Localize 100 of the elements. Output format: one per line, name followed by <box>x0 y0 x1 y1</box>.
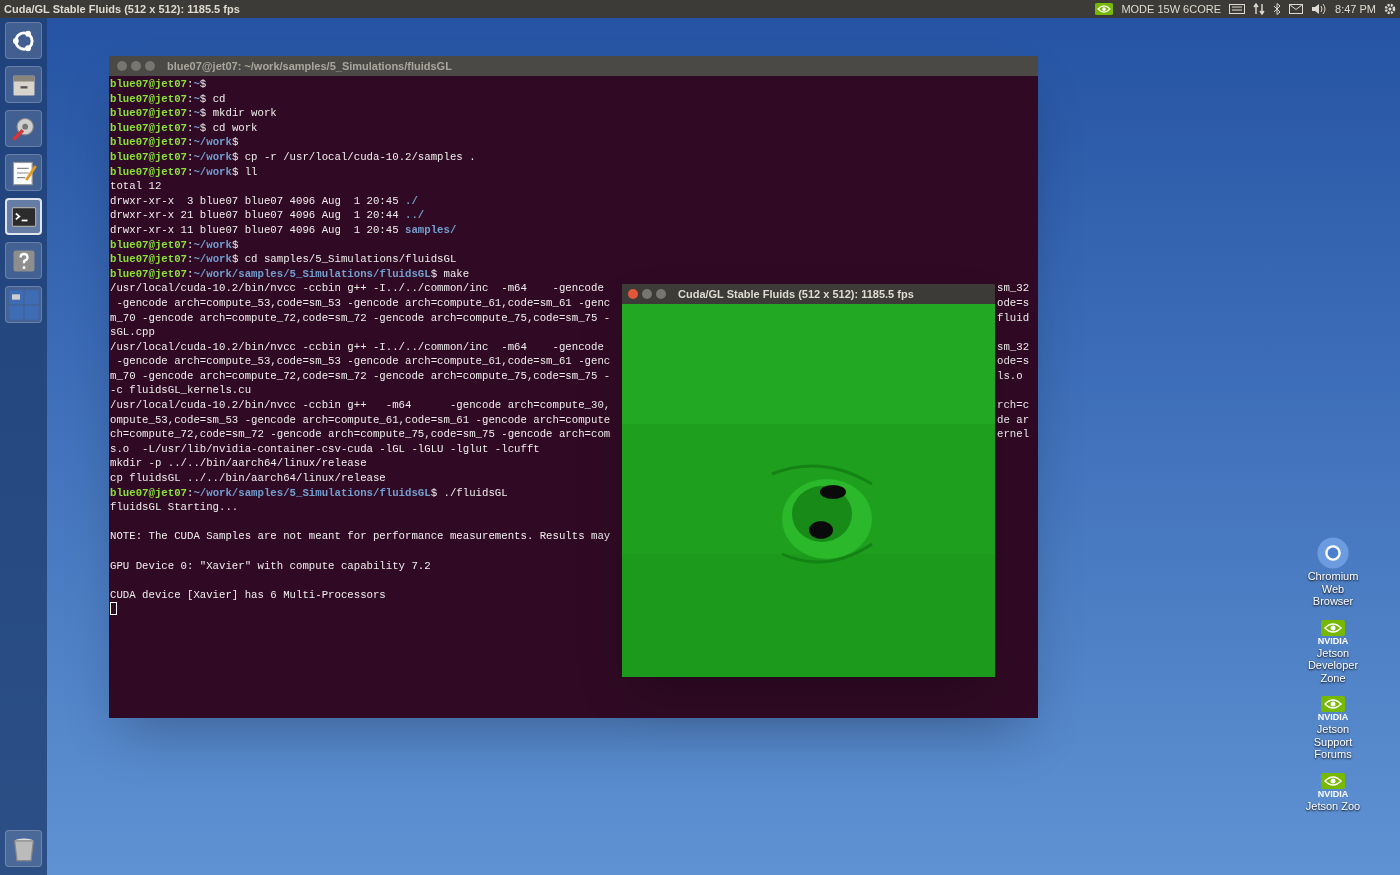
terminal-text: $ <box>231 237 239 253</box>
path-text: ~ <box>193 120 200 136</box>
terminal-text: s.o -L/usr/lib/nvidia-container-csv-cuda -lGL -lGLU -lglut -lcufft <box>110 441 540 457</box>
launcher-item[interactable] <box>5 242 42 279</box>
output-text: ode=s <box>997 354 1030 369</box>
icon-label[interactable]: Chromium <box>1307 570 1359 583</box>
prompt-user: blue07@jet07 <box>110 237 187 253</box>
terminal-text: drwxr-xr-x 3 blue07 blue07 4096 Aug 1 20:45 <box>110 193 400 209</box>
prompt-user: blue07@jet07 <box>110 91 187 107</box>
terminal-text: $ cd <box>199 91 226 107</box>
terminal-text: $ make <box>430 266 470 282</box>
path-text: ./ <box>405 193 418 209</box>
brand-logo-text: NVIDIA <box>1317 635 1349 647</box>
terminal-text: : <box>186 149 194 165</box>
output-text: sm_32 <box>997 339 1030 355</box>
path-text: ~/work <box>193 164 232 180</box>
prompt-user: blue07@jet07 <box>110 106 187 121</box>
icon-label[interactable]: Support <box>1313 735 1353 748</box>
terminal-text: ompute_53,code=sm_53 -gencode arch=compute_61,code=sm_61 -gencode arch=compute <box>110 412 611 428</box>
volume-icon[interactable] <box>1311 3 1328 15</box>
terminal-text: CUDA device [Xavier] has 6 Multi-Processors <box>110 587 386 603</box>
terminal-text: : <box>186 485 194 501</box>
eye-logo-icon <box>1095 3 1114 15</box>
terminal-text: : <box>186 135 194 150</box>
launcher-item[interactable] <box>5 154 42 191</box>
icon-label[interactable]: Zone <box>1320 671 1346 684</box>
terminal-text: m_70 -gencode arch=compute_72,code=sm_72 -gencode arch=compute_75,code=sm_75 - <box>110 368 611 384</box>
terminal-text: drwxr-xr-x 11 blue07 blue07 4096 Aug 1 20:45 <box>110 222 400 238</box>
minimize-button[interactable] <box>642 289 652 299</box>
eye-logo-icon <box>1321 696 1345 712</box>
prompt-user: blue07@jet07 <box>110 252 187 267</box>
path-text: ~/work <box>193 237 232 253</box>
terminal-text: -c fluidsGL_kernels.cu <box>110 383 252 399</box>
icon-label[interactable]: Jetson <box>1316 723 1350 736</box>
power-mode-indicator[interactable]: MODE 15W 6CORE <box>1121 0 1222 18</box>
terminal-text: fluidsGL Starting... <box>110 500 239 515</box>
text-cursor <box>110 602 117 616</box>
terminal-text: /usr/local/cuda-10.2/bin/nvcc -ccbin g++ -m64 -gencode arch=compute_30, <box>110 398 611 413</box>
path-text: ~/work <box>193 252 232 267</box>
terminal-text: -gencode arch=compute_53,code=sm_53 -gencode arch=compute_61,code=sm_61 -genc <box>115 354 611 369</box>
eye-logo-icon <box>1321 772 1345 789</box>
icon-label[interactable]: Web <box>1321 582 1345 595</box>
terminal-text: : <box>186 252 194 267</box>
terminal-text: : <box>186 237 194 253</box>
terminal-text: ch=compute_72,code=sm_72 -gencode arch=compute_75,code=sm_75 -gencode arch=com <box>110 427 611 442</box>
active-window-title: Cuda/GL Stable Fluids (512 x 512): 1185.5 fps <box>4 1 240 17</box>
output-text: de ar <box>997 412 1030 428</box>
path-text: ~/work/samples/5_Simulations/fluidsGL <box>193 485 431 501</box>
path-text: ~ <box>193 77 200 92</box>
output-text: ernel <box>997 427 1030 442</box>
output-text: ls.o <box>997 368 1023 384</box>
terminal-text: m_70 -gencode arch=compute_72,code=sm_72 -gencode arch=compute_75,code=sm_75 - <box>110 310 611 326</box>
path-text: ../ <box>405 208 425 223</box>
bluetooth-icon[interactable] <box>1273 3 1282 15</box>
terminal-text: : <box>186 91 194 107</box>
prompt-user: blue07@jet07 <box>110 149 187 165</box>
terminal-text: : <box>186 120 194 136</box>
path-text: samples/ <box>405 222 457 238</box>
terminal-text: $ cp -r /usr/local/cuda-10.2/samples . <box>231 149 476 165</box>
terminal-text: $ cd work <box>199 120 258 136</box>
keyboard-icon[interactable] <box>1229 4 1246 14</box>
terminal-text: /usr/local/cuda-10.2/bin/nvcc -ccbin g++ -I../../common/inc -m64 -gencode <box>110 339 604 355</box>
terminal-text: -gencode arch=compute_53,code=sm_53 -gencode arch=compute_61,code=sm_61 -genc <box>115 295 611 311</box>
terminal-text: NOTE: The CUDA Samples are not meant for performance measurements. Results may <box>110 529 611 544</box>
terminal-text: sGL.cpp <box>110 325 155 340</box>
prompt-user: blue07@jet07 <box>110 120 187 136</box>
terminal-text: $ mkdir work <box>199 106 277 121</box>
terminal-text: : <box>186 266 194 282</box>
network-arrows-icon[interactable] <box>1253 3 1266 15</box>
terminal-text: : <box>186 106 194 121</box>
workspace-switcher-icon <box>7 288 40 321</box>
mail-icon[interactable] <box>1289 4 1304 14</box>
prompt-user: blue07@jet07 <box>110 77 187 92</box>
icon-label[interactable]: Browser <box>1312 595 1354 608</box>
terminal-text: GPU Device 0: "Xavier" with compute capability 7.2 <box>110 558 431 574</box>
launcher-item[interactable] <box>5 198 42 235</box>
prompt-user: blue07@jet07 <box>110 266 187 282</box>
terminal-text: $ cd samples/5_Simulations/fluidsGL <box>231 252 457 267</box>
icon-label[interactable]: Developer <box>1307 659 1359 672</box>
output-text: fluid <box>997 310 1030 326</box>
path-text: ~ <box>193 91 200 107</box>
icon-label[interactable]: Jetson <box>1316 646 1350 659</box>
maximize-button[interactable] <box>656 289 666 299</box>
gear-icon[interactable] <box>1384 3 1396 15</box>
icon-label[interactable]: Jetson Zoo <box>1305 799 1361 812</box>
terminal-text: /usr/local/cuda-10.2/bin/nvcc -ccbin g++ -I../../common/inc -m64 -gencode <box>110 281 604 296</box>
eye-logo-icon <box>1321 619 1345 636</box>
browser-icon[interactable] <box>1316 536 1350 570</box>
output-text: sm_32 <box>997 281 1030 296</box>
terminal-text: drwxr-xr-x 21 blue07 blue07 4096 Aug 1 20:44 <box>110 208 400 223</box>
prompt-user: blue07@jet07 <box>110 135 187 150</box>
icon-label[interactable]: Forums <box>1314 748 1352 761</box>
terminal-text: cp fluidsGL ../../bin/aarch64/linux/release <box>110 471 386 486</box>
launcher-item[interactable] <box>5 22 42 59</box>
path-text: ~/work <box>193 135 232 150</box>
close-button[interactable] <box>628 289 638 299</box>
path-text: ~/work <box>193 149 232 165</box>
terminal-text: $ ./fluidsGL <box>430 485 508 501</box>
clock[interactable]: 8:47 PM <box>1335 0 1376 18</box>
path-text: ~ <box>193 106 200 121</box>
